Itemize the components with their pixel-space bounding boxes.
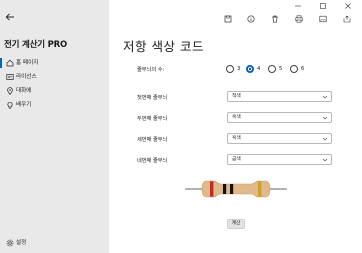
band-4-value: 금색 <box>232 157 241 162</box>
sidebar: 전기 계산기 PRO 홈 페이지 라이선스 대화에 배우기 설정 <box>0 0 109 253</box>
bulb-icon <box>5 100 14 109</box>
sidebar-item-label: 라이선스 <box>16 74 37 80</box>
maximize-button[interactable] <box>316 2 330 10</box>
gear-icon <box>5 238 14 247</box>
band-1-select[interactable]: 적색 <box>227 91 332 102</box>
band-2-value: 흑색 <box>232 115 241 120</box>
sidebar-item-label: 대화에 <box>16 88 32 94</box>
sidebar-item-contact[interactable]: 대화에 <box>0 84 109 98</box>
resistor-band-1 <box>210 181 214 197</box>
band-3-select[interactable]: 흑색 <box>227 133 332 144</box>
share-button[interactable] <box>340 13 354 25</box>
band-4-label: 네번째 줄무늬 <box>137 158 168 164</box>
radio-circle <box>290 65 298 73</box>
delete-button[interactable] <box>268 13 282 25</box>
radio-label: 5 <box>279 66 283 72</box>
home-icon <box>5 58 14 67</box>
band-4-select[interactable]: 금색 <box>227 154 332 165</box>
resistor-band-4 <box>258 181 262 197</box>
print-icon <box>295 15 303 23</box>
app-title: 전기 계산기 PRO <box>4 40 68 50</box>
radio-circle <box>268 65 276 73</box>
radio-label: 4 <box>257 66 261 72</box>
close-button[interactable] <box>341 2 355 10</box>
band-3-label: 세번째 줄무늬 <box>137 137 168 143</box>
resistor-band-2 <box>223 184 227 194</box>
radio-label: 6 <box>301 66 305 72</box>
band-1-label: 첫번째 줄무늬 <box>137 95 168 101</box>
radio-label: 3 <box>237 66 241 72</box>
image-button[interactable] <box>316 13 330 25</box>
image-icon <box>319 15 327 23</box>
band-2-label: 두번째 줄무늬 <box>137 116 168 122</box>
sidebar-item-label: 홈 페이지 <box>16 60 39 66</box>
share-icon <box>343 15 351 23</box>
location-pin-icon <box>5 86 14 95</box>
band-count-label: 줄무늬의 수: <box>137 67 165 73</box>
sidebar-item-license[interactable]: 라이선스 <box>0 70 109 84</box>
info-icon <box>247 15 255 23</box>
resistor-illustration <box>185 180 287 198</box>
selected-indicator <box>0 58 2 68</box>
chevron-down-icon <box>322 95 328 99</box>
resistor-band-3 <box>230 184 234 194</box>
band-1-value: 적색 <box>232 94 241 99</box>
info-button[interactable] <box>244 13 258 25</box>
band-2-select[interactable]: 흑색 <box>227 112 332 123</box>
minimize-button[interactable] <box>291 2 305 10</box>
maximize-icon <box>320 3 326 9</box>
chevron-down-icon <box>322 137 328 141</box>
chevron-down-icon <box>322 116 328 120</box>
sidebar-item-label: 설정 <box>16 240 27 246</box>
license-icon <box>5 72 14 81</box>
sidebar-item-label: 배우기 <box>16 102 32 108</box>
print-button[interactable] <box>292 13 306 25</box>
save-icon <box>224 15 232 23</box>
page-title: 저항 색상 코드 <box>123 39 204 54</box>
radio-circle <box>226 65 234 73</box>
band-3-value: 흑색 <box>232 136 241 141</box>
sidebar-item-home[interactable]: 홈 페이지 <box>0 56 109 70</box>
radio-circle <box>246 65 254 73</box>
back-button[interactable] <box>2 10 18 24</box>
save-button[interactable] <box>221 13 235 25</box>
sidebar-item-learn[interactable]: 배우기 <box>0 98 109 112</box>
minimize-icon <box>295 5 301 7</box>
delete-icon <box>272 15 278 23</box>
close-icon <box>345 3 351 9</box>
chevron-down-icon <box>322 158 328 162</box>
radio-6-bands[interactable]: 6 <box>290 65 320 74</box>
calculate-button[interactable]: 계산 <box>227 219 245 229</box>
back-arrow-icon <box>5 13 14 21</box>
sidebar-item-settings[interactable]: 설정 <box>0 236 109 250</box>
